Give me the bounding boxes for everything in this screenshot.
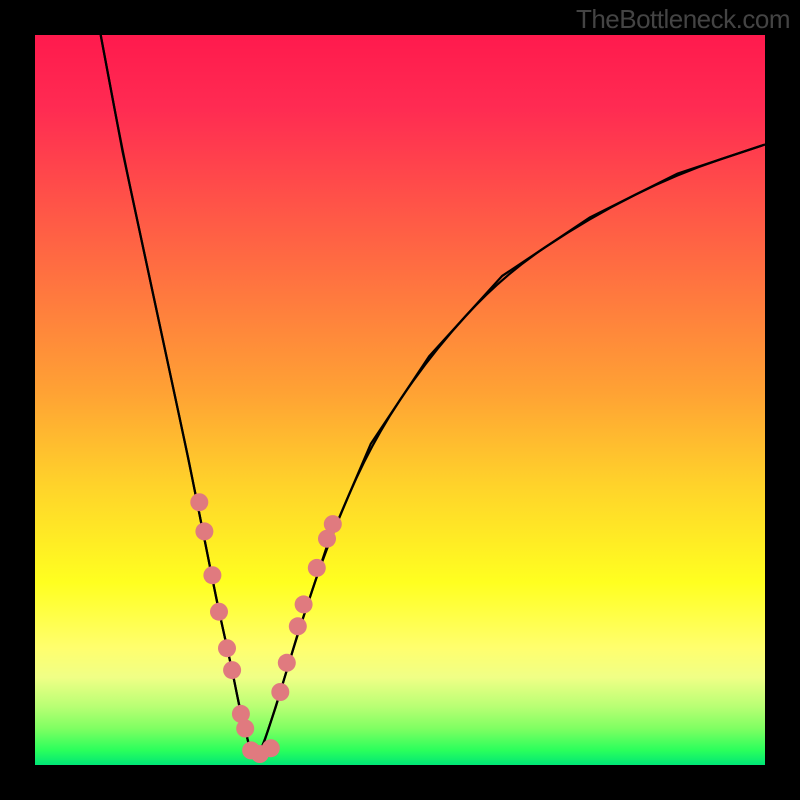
plot-area xyxy=(35,35,765,765)
data-point xyxy=(289,617,307,635)
watermark-text: TheBottleneck.com xyxy=(576,4,790,35)
curve-right-branch xyxy=(254,145,765,758)
data-point xyxy=(190,493,208,511)
data-point xyxy=(324,515,342,533)
data-point xyxy=(271,683,289,701)
data-point xyxy=(210,603,228,621)
data-point xyxy=(223,661,241,679)
data-point xyxy=(195,522,213,540)
data-point xyxy=(295,595,313,613)
data-point xyxy=(218,639,236,657)
data-point xyxy=(308,559,326,577)
dot-group xyxy=(190,493,341,763)
data-point xyxy=(236,720,254,738)
chart-container: TheBottleneck.com xyxy=(0,0,800,800)
data-point xyxy=(278,654,296,672)
data-point xyxy=(262,739,280,757)
curve-group xyxy=(101,35,765,758)
curve-smooth-right-branch xyxy=(254,145,765,758)
data-point xyxy=(203,566,221,584)
chart-svg xyxy=(35,35,765,765)
